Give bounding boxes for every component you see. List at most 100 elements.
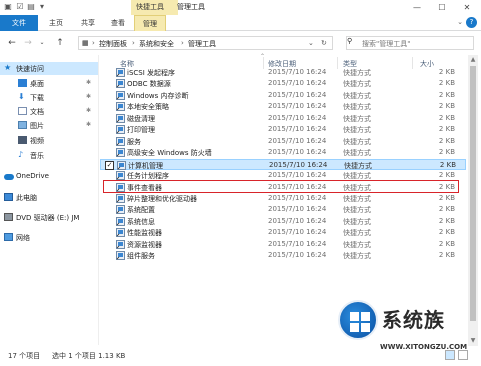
shortcut-icon xyxy=(116,125,125,135)
qa-new-folder-icon[interactable]: ▤ xyxy=(26,2,36,12)
crumb-control-panel[interactable]: 控制面板 xyxy=(99,39,127,49)
crumb-separator-icon[interactable]: › xyxy=(92,39,95,47)
file-size: 2 KB xyxy=(438,205,455,214)
forward-arrow-icon[interactable]: → xyxy=(22,36,34,50)
site-watermark: 系统族 WWW.XITONGZU.COM xyxy=(338,300,481,360)
file-size: 2 KB xyxy=(438,216,455,225)
pane-divider[interactable] xyxy=(98,55,99,345)
address-dropdown-icon[interactable]: ⌄ xyxy=(308,39,314,47)
file-size: 2 KB xyxy=(438,171,455,180)
file-row[interactable]: 碎片整理和优化驱动器 2015/7/10 16:24 快捷方式 2 KB xyxy=(100,193,466,204)
nav-item-desktop[interactable]: 桌面 ✱ xyxy=(0,77,98,90)
nav-item-videos[interactable]: 视频 xyxy=(0,134,98,147)
file-date: 2015/7/10 16:24 xyxy=(268,148,327,157)
nav-item-label: 音乐 xyxy=(30,152,44,160)
crumb-system-security[interactable]: 系统和安全 xyxy=(139,39,174,49)
back-arrow-icon[interactable]: ← xyxy=(6,36,18,50)
address-bar[interactable]: ▦ › 控制面板 › 系统和安全 › 管理工具 ⌄ ↻ xyxy=(78,36,333,50)
up-arrow-icon[interactable]: ↑ xyxy=(54,36,66,50)
tab-view[interactable]: 查看 xyxy=(105,15,131,31)
tab-file[interactable]: 文件 xyxy=(0,15,38,31)
file-row[interactable]: 服务 2015/7/10 16:24 快捷方式 2 KB xyxy=(100,136,466,147)
tab-manage[interactable]: 管理 xyxy=(134,15,166,31)
file-type: 快捷方式 xyxy=(343,149,371,158)
file-type: 快捷方式 xyxy=(343,103,371,112)
maximize-icon[interactable]: ☐ xyxy=(430,0,454,15)
file-row[interactable]: ✓ 计算机管理 2015/7/10 16:24 快捷方式 2 KB xyxy=(100,158,466,170)
nav-item-label: 桌面 xyxy=(30,80,44,88)
ribbon-expand-icon[interactable]: ⌄ xyxy=(457,18,463,26)
tab-share[interactable]: 共享 xyxy=(75,15,101,31)
watermark-url: WWW.XITONGZU.COM xyxy=(380,343,468,351)
shortcut-icon xyxy=(116,251,125,261)
close-icon[interactable]: ✕ xyxy=(455,0,479,15)
shortcut-icon xyxy=(116,205,125,215)
pin-icon[interactable]: ✱ xyxy=(86,107,91,114)
crumb-separator-icon[interactable]: › xyxy=(181,39,184,47)
navigation-bar: ← → ⌄ ↑ ▦ › 控制面板 › 系统和安全 › 管理工具 ⌄ ↻ ⚲ 搜索… xyxy=(0,33,481,53)
pin-icon[interactable]: ✱ xyxy=(86,93,91,100)
search-box[interactable]: ⚲ 搜索"管理工具" xyxy=(346,36,474,50)
help-icon[interactable]: ? xyxy=(466,17,477,28)
file-row[interactable]: 系统配置 2015/7/10 16:24 快捷方式 2 KB xyxy=(100,204,466,215)
crumb-separator-icon[interactable]: › xyxy=(132,39,135,47)
file-row[interactable]: 打印管理 2015/7/10 16:24 快捷方式 2 KB xyxy=(100,124,466,135)
nav-item-music[interactable]: ♪ 音乐 xyxy=(0,149,98,162)
file-row[interactable]: 本地安全策略 2015/7/10 16:24 快捷方式 2 KB xyxy=(100,101,466,112)
file-size: 2 KB xyxy=(438,228,455,237)
pin-icon[interactable]: ✱ xyxy=(86,121,91,128)
file-name: 打印管理 xyxy=(127,126,155,135)
nav-item-this-pc[interactable]: 此电脑 xyxy=(0,191,98,204)
crumb-admin-tools[interactable]: 管理工具 xyxy=(188,39,216,49)
file-size: 2 KB xyxy=(438,193,455,202)
shortcut-icon xyxy=(116,193,125,203)
file-row[interactable]: 系统信息 2015/7/10 16:24 快捷方式 2 KB xyxy=(100,216,466,227)
file-type: 快捷方式 xyxy=(343,240,371,249)
file-name: 服务 xyxy=(127,137,141,146)
qa-dropdown-icon[interactable]: ▾ xyxy=(37,2,47,12)
file-name: 资源监视器 xyxy=(127,240,162,249)
annotation-highlight-box xyxy=(103,180,459,193)
file-type: 快捷方式 xyxy=(343,194,371,203)
file-row[interactable]: 性能监视器 2015/7/10 16:24 快捷方式 2 KB xyxy=(100,227,466,238)
nav-item-pictures[interactable]: 图片 ✱ xyxy=(0,119,98,132)
refresh-icon[interactable]: ↻ xyxy=(321,39,327,47)
tab-home[interactable]: 主页 xyxy=(43,15,69,31)
nav-item-network[interactable]: 网络 xyxy=(0,231,98,244)
nav-item-documents[interactable]: 文档 ✱ xyxy=(0,105,98,118)
file-row[interactable]: Windows 内存诊断 2015/7/10 16:24 快捷方式 2 KB xyxy=(100,90,466,101)
nav-item-downloads[interactable]: ⬇ 下载 ✱ xyxy=(0,91,98,104)
download-icon: ⬇ xyxy=(18,92,25,101)
minimize-icon[interactable]: — xyxy=(405,0,429,15)
file-row[interactable]: 组件服务 2015/7/10 16:24 快捷方式 2 KB xyxy=(100,250,466,261)
file-type: 快捷方式 xyxy=(343,252,371,261)
file-row[interactable]: 磁盘清理 2015/7/10 16:24 快捷方式 2 KB xyxy=(100,113,466,124)
windows-logo-icon xyxy=(338,300,378,340)
watermark-text: 系统族 xyxy=(382,308,445,332)
file-row[interactable]: 资源监视器 2015/7/10 16:24 快捷方式 2 KB xyxy=(100,239,466,250)
file-date: 2015/7/10 16:24 xyxy=(268,251,327,260)
file-date: 2015/7/10 16:24 xyxy=(268,125,327,134)
shortcut-icon xyxy=(117,160,126,170)
file-row[interactable]: ODBC 数据源 2015/7/10 16:24 快捷方式 2 KB xyxy=(100,78,466,89)
search-icon: ⚲ xyxy=(347,37,353,45)
file-row[interactable]: 高级安全 Windows 防火墙 2015/7/10 16:24 快捷方式 2 KB xyxy=(100,147,466,158)
checkbox-icon[interactable]: ✓ xyxy=(105,160,114,170)
window-title: 管理工具 xyxy=(177,3,205,11)
file-size: 2 KB xyxy=(438,136,455,145)
nav-item-onedrive[interactable]: OneDrive xyxy=(0,170,98,183)
shortcut-icon xyxy=(116,113,125,123)
file-date: 2015/7/10 16:24 xyxy=(268,113,327,122)
nav-item-quick-access[interactable]: ★ 快速访问 xyxy=(0,62,98,75)
nav-item-label: OneDrive xyxy=(16,172,49,180)
qa-properties-icon[interactable]: ☑ xyxy=(15,2,25,12)
file-size: 2 KB xyxy=(438,239,455,248)
file-type: 快捷方式 xyxy=(343,80,371,89)
recent-dropdown-icon[interactable]: ⌄ xyxy=(36,36,48,50)
file-type: 快捷方式 xyxy=(343,114,371,123)
pin-icon[interactable]: ✱ xyxy=(86,79,91,86)
nav-item-dvd-drive[interactable]: DVD 驱动器 (E:) JM xyxy=(0,211,98,224)
file-row[interactable]: iSCSI 发起程序 2015/7/10 16:24 快捷方式 2 KB xyxy=(100,67,466,78)
scroll-up-icon[interactable]: ▲ xyxy=(468,55,478,65)
scroll-thumb[interactable] xyxy=(470,66,476,321)
